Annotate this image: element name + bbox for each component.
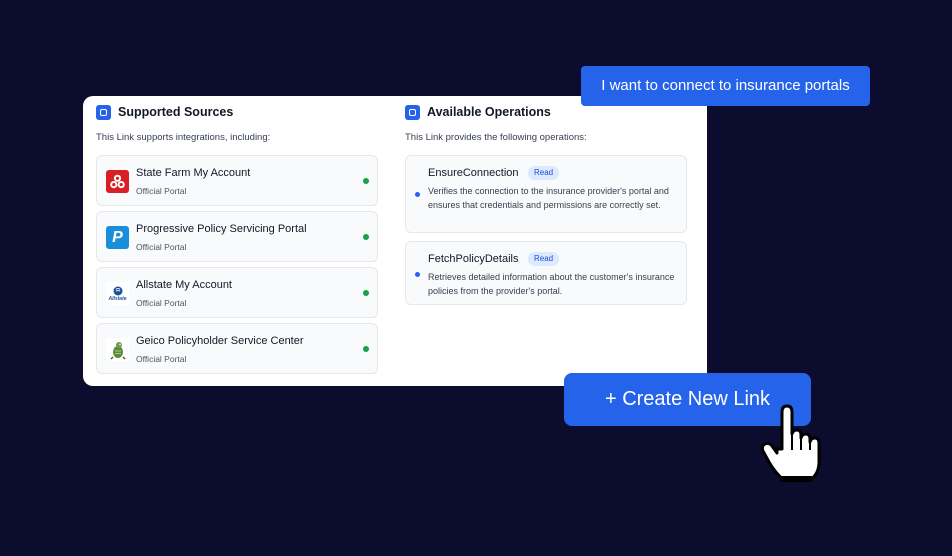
allstate-logo-text: Allstate bbox=[108, 295, 127, 302]
source-item-progressive[interactable]: P Progressive Policy Servicing Portal Of… bbox=[96, 211, 378, 262]
status-dot bbox=[363, 178, 369, 184]
source-item-allstate[interactable]: Allstate Allstate My Account Official Po… bbox=[96, 267, 378, 318]
source-subtitle: Official Portal bbox=[136, 186, 187, 196]
bullet-dot bbox=[415, 272, 420, 277]
status-dot bbox=[363, 290, 369, 296]
square-icon bbox=[405, 104, 420, 120]
source-item-geico[interactable]: Geico Policyholder Service Center Offici… bbox=[96, 323, 378, 374]
operation-item-ensure-connection[interactable]: EnsureConnection Read Verifies the conne… bbox=[405, 155, 687, 233]
operation-item-fetch-policy-details[interactable]: FetchPolicyDetails Read Retrieves detail… bbox=[405, 241, 687, 305]
allstate-logo: Allstate bbox=[106, 282, 129, 305]
operation-name: EnsureConnection bbox=[428, 167, 519, 179]
status-dot bbox=[363, 234, 369, 240]
progressive-logo-text: P bbox=[112, 228, 123, 246]
user-prompt-bubble: I want to connect to insurance portals bbox=[581, 66, 870, 106]
state-farm-logo bbox=[106, 170, 129, 193]
source-subtitle: Official Portal bbox=[136, 242, 187, 252]
hand-pointer-cursor-icon bbox=[760, 404, 821, 482]
source-subtitle: Official Portal bbox=[136, 354, 187, 364]
geico-logo bbox=[106, 338, 129, 361]
square-icon bbox=[96, 104, 111, 120]
page-background: Supported Sources This Link supports int… bbox=[0, 0, 952, 556]
section-title: Available Operations bbox=[427, 105, 551, 119]
read-badge: Read bbox=[528, 252, 560, 266]
link-details-card: Supported Sources This Link supports int… bbox=[83, 96, 707, 386]
bullet-dot bbox=[415, 192, 420, 197]
source-name: Geico Policyholder Service Center bbox=[136, 335, 304, 347]
section-subtitle: This Link supports integrations, includi… bbox=[96, 132, 271, 143]
source-name: Allstate My Account bbox=[136, 279, 232, 291]
operation-description: Retrieves detailed information about the… bbox=[428, 272, 675, 296]
source-name: State Farm My Account bbox=[136, 167, 251, 179]
source-name: Progressive Policy Servicing Portal bbox=[136, 223, 307, 235]
available-operations-header: Available Operations bbox=[405, 104, 551, 120]
section-title: Supported Sources bbox=[118, 105, 234, 119]
source-subtitle: Official Portal bbox=[136, 298, 187, 308]
section-subtitle: This Link provides the following operati… bbox=[405, 132, 587, 143]
read-badge: Read bbox=[528, 166, 560, 180]
operation-name: FetchPolicyDetails bbox=[428, 253, 519, 265]
operation-description: Verifies the connection to the insurance… bbox=[428, 186, 669, 210]
status-dot bbox=[363, 346, 369, 352]
supported-sources-header: Supported Sources bbox=[96, 104, 233, 120]
source-item-state-farm[interactable]: State Farm My Account Official Portal bbox=[96, 155, 378, 206]
progressive-logo: P bbox=[106, 226, 129, 249]
